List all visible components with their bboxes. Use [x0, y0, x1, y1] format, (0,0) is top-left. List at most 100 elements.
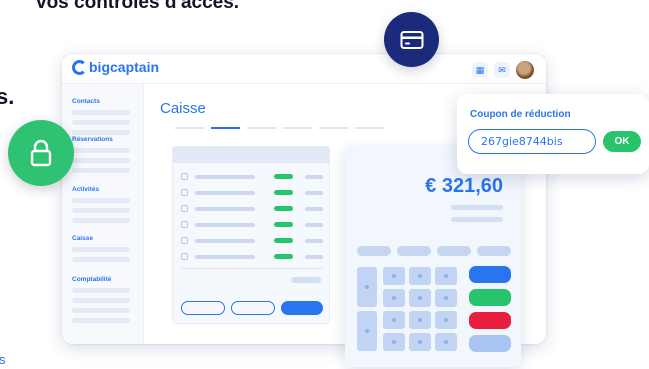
- tabs-bar: [175, 127, 384, 129]
- coupon-code-input[interactable]: [468, 129, 596, 154]
- till-panel: € 321,60: [345, 147, 521, 367]
- link-fragment-bottom[interactable]: s: [0, 352, 6, 367]
- payment-chip[interactable]: [357, 246, 391, 256]
- sidebar-placeholder-line: [72, 148, 130, 153]
- lock-badge: [8, 120, 74, 186]
- user-avatar[interactable]: [516, 61, 534, 79]
- coupon-ok-button[interactable]: OK: [603, 131, 641, 152]
- keypad-key[interactable]: [435, 333, 457, 351]
- topbar-icons: ▦ ✉: [472, 61, 534, 79]
- secondary-button[interactable]: [231, 301, 275, 315]
- tab-2-active[interactable]: [211, 127, 240, 129]
- list-item[interactable]: [181, 189, 325, 197]
- tab-5[interactable]: [319, 127, 348, 129]
- logo-mark-icon: [72, 59, 87, 75]
- payment-chip[interactable]: [477, 246, 511, 256]
- keypad-key[interactable]: [409, 289, 431, 307]
- checkbox[interactable]: [181, 189, 188, 196]
- credit-card-badge: [384, 12, 439, 67]
- amount-placeholder-line: [451, 217, 503, 222]
- row-status: [274, 254, 293, 259]
- row-value: [305, 175, 323, 179]
- row-value: [305, 191, 323, 195]
- list-item[interactable]: [181, 205, 325, 213]
- row-value: [305, 207, 323, 211]
- secondary-button[interactable]: [181, 301, 225, 315]
- row-text: [195, 175, 255, 179]
- credit-card-icon: [400, 30, 423, 49]
- row-status: [274, 222, 293, 227]
- sidebar-placeholder-line: [72, 120, 130, 125]
- list-divider: [181, 268, 323, 269]
- row-value: [305, 239, 323, 243]
- coupon-title: Coupon de réduction: [470, 109, 571, 120]
- sidebar-item-activites[interactable]: Activités: [72, 186, 130, 228]
- action-button-red[interactable]: [469, 312, 511, 329]
- sidebar: Contacts Réservations Activités Caisse C…: [62, 84, 144, 344]
- keypad-key[interactable]: [435, 311, 457, 329]
- checkbox[interactable]: [181, 253, 188, 260]
- row-text: [195, 239, 255, 243]
- keypad-key[interactable]: [435, 289, 457, 307]
- keypad-key[interactable]: [383, 289, 405, 307]
- keypad-key[interactable]: [357, 267, 377, 307]
- row-text: [195, 255, 255, 259]
- calendar-icon[interactable]: ▦: [472, 62, 488, 78]
- sidebar-placeholder-line: [72, 218, 130, 223]
- sidebar-placeholder-line: [72, 318, 130, 323]
- action-button-light[interactable]: [469, 335, 511, 352]
- keypad-key[interactable]: [383, 267, 405, 285]
- row-value: [305, 255, 323, 259]
- sidebar-item-label: Activités: [72, 186, 100, 193]
- keypad-key[interactable]: [383, 311, 405, 329]
- keypad-key[interactable]: [357, 311, 377, 351]
- mail-icon[interactable]: ✉: [494, 62, 510, 78]
- checkbox[interactable]: [181, 237, 188, 244]
- bigcaptain-logo[interactable]: bigcaptain: [72, 59, 159, 75]
- items-list-panel: [172, 146, 330, 324]
- list-item[interactable]: [181, 237, 325, 245]
- action-button-green[interactable]: [469, 289, 511, 306]
- sidebar-placeholder-line: [72, 198, 130, 203]
- keypad-key[interactable]: [435, 267, 457, 285]
- sidebar-placeholder-line: [72, 247, 130, 252]
- amount-placeholder-line: [451, 205, 503, 210]
- payment-method-chips: [357, 246, 511, 256]
- total-placeholder: [291, 277, 321, 283]
- sidebar-item-comptabilite[interactable]: Comptabilité: [72, 276, 130, 328]
- payment-chip[interactable]: [397, 246, 431, 256]
- keypad-key[interactable]: [409, 267, 431, 285]
- row-text: [195, 191, 255, 195]
- lock-icon: [30, 139, 52, 167]
- sidebar-item-contacts[interactable]: Contacts: [72, 98, 130, 140]
- sidebar-placeholder-line: [72, 257, 130, 262]
- sidebar-item-caisse[interactable]: Caisse: [72, 235, 130, 267]
- sidebar-item-reservations[interactable]: Réservations: [72, 136, 130, 178]
- checkbox[interactable]: [181, 221, 188, 228]
- row-status: [274, 174, 293, 179]
- tab-3[interactable]: [247, 127, 276, 129]
- sidebar-placeholder-line: [72, 158, 130, 163]
- row-status: [274, 238, 293, 243]
- list-item[interactable]: [181, 253, 325, 261]
- keypad-key[interactable]: [409, 333, 431, 351]
- app-topbar: bigcaptain ▦ ✉: [62, 54, 546, 84]
- coupon-card: Coupon de réduction OK: [457, 94, 649, 174]
- keypad-key[interactable]: [383, 333, 405, 351]
- list-item[interactable]: [181, 173, 325, 181]
- sidebar-item-label: Caisse: [72, 235, 93, 242]
- primary-button[interactable]: [281, 301, 323, 315]
- keypad-key[interactable]: [409, 311, 431, 329]
- list-item[interactable]: [181, 221, 325, 229]
- payment-chip[interactable]: [437, 246, 471, 256]
- tab-4[interactable]: [283, 127, 312, 129]
- sidebar-item-label: Comptabilité: [72, 276, 112, 283]
- checkbox[interactable]: [181, 173, 188, 180]
- sidebar-placeholder-line: [72, 288, 130, 293]
- row-value: [305, 223, 323, 227]
- page-title: Caisse: [160, 100, 206, 117]
- tab-1[interactable]: [175, 127, 204, 129]
- checkbox[interactable]: [181, 205, 188, 212]
- tab-6[interactable]: [355, 127, 384, 129]
- action-button-blue[interactable]: [469, 266, 511, 283]
